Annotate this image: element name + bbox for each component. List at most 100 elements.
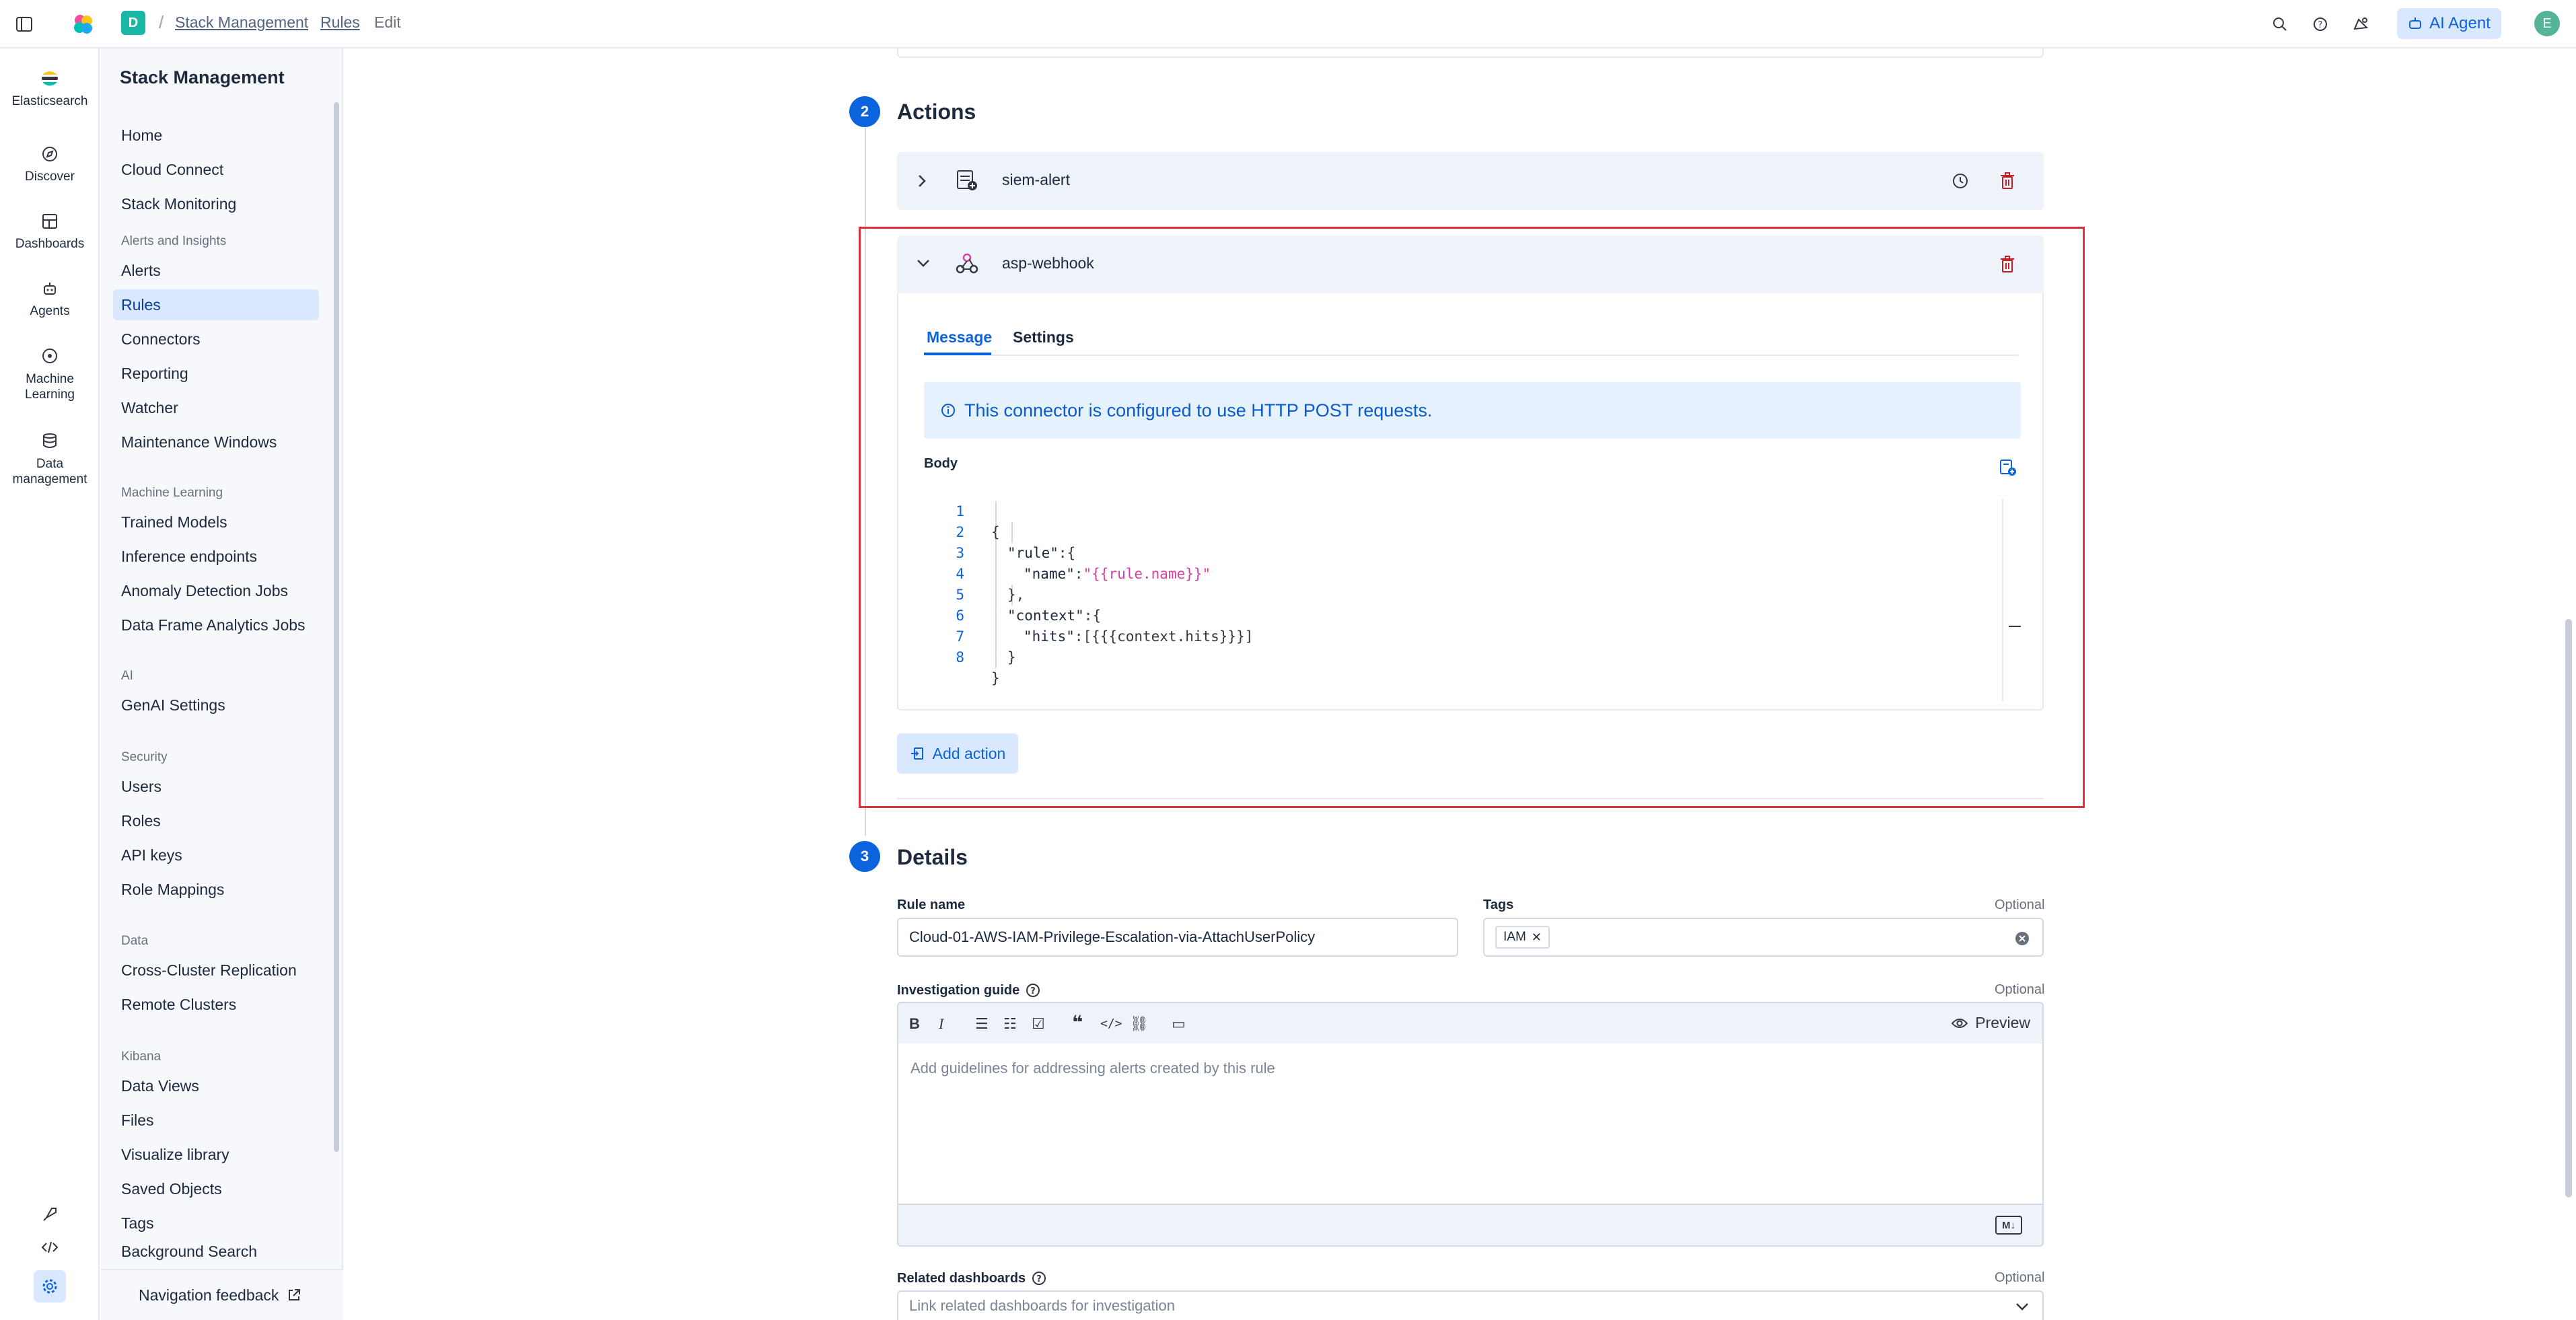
code-icon[interactable]: </> — [1100, 1017, 1122, 1031]
elasticsearch-logo-icon — [38, 67, 61, 90]
nav-item-roles[interactable]: Roles — [113, 805, 420, 836]
subnav-title: Stack Management — [120, 67, 285, 87]
rail-item-data-management[interactable]: Data management — [0, 429, 100, 487]
related-dashboards-label: Related dashboards — [897, 1270, 1026, 1286]
nav-item-tags[interactable]: Tags — [113, 1208, 420, 1239]
dev-tools-icon[interactable] — [0, 1239, 100, 1255]
related-placeholder: Link related dashboards for investigatio… — [909, 1297, 1176, 1314]
rule-name-label: Rule name — [897, 897, 966, 912]
nav-group-alerts: Alerts and Insights — [121, 234, 227, 248]
rail-label-machine-learning: Machine Learning — [25, 372, 75, 402]
nav-item-home[interactable]: Home — [113, 120, 420, 151]
robot-icon — [38, 277, 61, 300]
nav-item-watcher[interactable]: Watcher — [113, 392, 420, 423]
italic-icon[interactable]: I — [939, 1015, 943, 1033]
related-dashboards-combobox[interactable]: Link related dashboards for investigatio… — [897, 1290, 2044, 1320]
elastic-logo-icon[interactable] — [70, 11, 97, 38]
investigation-guide-label-wrap: Investigation guide ? — [897, 982, 1041, 998]
action-siem-alert[interactable]: siem-alert — [897, 152, 2044, 210]
bullet-list-icon[interactable]: ☰ — [975, 1015, 989, 1033]
gear-icon — [34, 1270, 66, 1303]
rule-name-input[interactable]: Cloud-01-AWS-IAM-Privilege-Escalation-vi… — [897, 918, 1458, 957]
editor-footer: M↓ — [897, 1205, 2044, 1247]
sidebar-toggle-icon[interactable] — [11, 11, 38, 38]
nav-item-connectors[interactable]: Connectors — [113, 324, 420, 355]
bold-icon[interactable]: B — [909, 1015, 920, 1033]
main-scrollbar[interactable] — [2565, 619, 2572, 1198]
help-icon[interactable]: ? — [1031, 1270, 1047, 1286]
checklist-icon[interactable]: ☑ — [1032, 1015, 1045, 1033]
nav-item-visualize-library[interactable]: Visualize library — [113, 1139, 420, 1170]
nav-item-cloud-connect[interactable]: Cloud Connect — [113, 154, 420, 185]
nav-item-data-frame-analytics-jobs[interactable]: Data Frame Analytics Jobs — [113, 610, 420, 640]
news-feed-icon[interactable] — [2347, 11, 2374, 38]
rail-item-dashboards[interactable]: Dashboards — [0, 210, 100, 252]
clock-icon[interactable] — [1951, 172, 1970, 190]
nav-item-api-keys[interactable]: API keys — [113, 840, 420, 871]
preview-label: Preview — [1975, 1014, 2030, 1031]
nav-item-anomaly-detection-jobs[interactable]: Anomaly Detection Jobs — [113, 575, 420, 606]
help-icon[interactable]: ? — [1025, 982, 1041, 998]
search-icon[interactable] — [2266, 11, 2293, 38]
nav-item-files[interactable]: Files — [113, 1105, 420, 1136]
nav-item-role-mappings[interactable]: Role Mappings — [113, 874, 420, 905]
breadcrumb-separator: / — [159, 12, 164, 32]
nav-item-users[interactable]: Users — [113, 771, 420, 802]
chevron-right-icon[interactable] — [915, 172, 929, 190]
eye-icon — [1951, 1018, 1968, 1028]
close-icon[interactable]: ✕ — [1532, 930, 1542, 945]
quote-icon[interactable]: ❝ — [1072, 1011, 1083, 1033]
investigation-guide-editor[interactable]: Add guidelines for addressing alerts cre… — [897, 1043, 2044, 1205]
nav-item-cross-cluster-replication[interactable]: Cross-Cluster Replication — [113, 955, 420, 986]
nav-item-alerts[interactable]: Alerts — [113, 255, 420, 286]
nav-item-stack-monitoring[interactable]: Stack Monitoring — [113, 188, 420, 219]
rail-brand-elasticsearch[interactable]: Elasticsearch — [0, 67, 100, 109]
stack-management-nav: Stack Management Home Cloud Connect Stac… — [101, 48, 343, 1320]
nav-item-rules[interactable]: Rules — [113, 289, 319, 320]
rail-item-machine-learning[interactable]: Machine Learning — [0, 344, 100, 402]
numbered-list-icon[interactable]: ☷ — [1003, 1015, 1017, 1033]
breadcrumb-rules[interactable]: Rules — [320, 13, 360, 32]
subnav-scrollbar[interactable] — [334, 102, 339, 1152]
nav-item-reporting[interactable]: Reporting — [113, 358, 420, 389]
nav-group-data: Data — [121, 934, 149, 948]
stack-management-button[interactable] — [0, 1270, 100, 1303]
breadcrumb-stack-management[interactable]: Stack Management — [175, 13, 308, 32]
nav-item-background-search[interactable]: Background Search — [113, 1242, 420, 1261]
markdown-icon[interactable]: M↓ — [1995, 1216, 2022, 1235]
step-title-details: Details — [897, 845, 968, 869]
preview-button[interactable]: Preview — [1951, 1014, 2030, 1032]
ai-agent-button[interactable]: AI Agent — [2397, 8, 2501, 39]
tags-combobox[interactable]: IAM ✕ — [1483, 918, 2044, 957]
nav-item-genai-settings[interactable]: GenAI Settings — [113, 690, 420, 721]
navigation-feedback-link[interactable]: Navigation feedback — [101, 1269, 343, 1320]
markdown-toolbar: B I ☰ ☷ ☑ ❝ </> ⛓ ▭ Preview — [897, 1002, 2044, 1043]
tags-label: Tags — [1483, 897, 1514, 912]
rocket-icon[interactable] — [0, 1206, 100, 1223]
ai-agent-icon — [2409, 17, 2422, 29]
database-icon — [38, 429, 61, 452]
comment-icon[interactable]: ▭ — [1172, 1015, 1186, 1033]
nav-item-saved-objects[interactable]: Saved Objects — [113, 1173, 420, 1204]
previous-section-edge — [897, 48, 2044, 58]
chevron-down-icon[interactable] — [2014, 1300, 2030, 1313]
rail-brand-label: Elasticsearch — [11, 94, 88, 108]
step-number-actions: 2 — [849, 96, 880, 127]
rail-label-agents: Agents — [30, 304, 70, 318]
trash-icon[interactable] — [1998, 171, 2017, 191]
help-icon[interactable]: ? — [2307, 11, 2334, 38]
nav-item-inference-endpoints[interactable]: Inference endpoints — [113, 541, 420, 572]
link-icon[interactable]: ⛓ — [1130, 1015, 1149, 1033]
clear-icon[interactable] — [2014, 930, 2030, 947]
nav-item-remote-clusters[interactable]: Remote Clusters — [113, 989, 420, 1020]
rail-item-agents[interactable]: Agents — [0, 277, 100, 319]
nav-item-trained-models[interactable]: Trained Models — [113, 507, 420, 538]
nav-group-security: Security — [121, 750, 168, 764]
nav-item-maintenance-windows[interactable]: Maintenance Windows — [113, 427, 420, 457]
nav-item-data-views[interactable]: Data Views — [113, 1070, 420, 1101]
rail-item-discover[interactable]: Discover — [0, 143, 100, 184]
svg-text:?: ? — [1030, 986, 1036, 996]
space-badge[interactable]: D — [121, 11, 145, 35]
action-name-siem-alert: siem-alert — [1002, 171, 1070, 188]
user-avatar[interactable]: E — [2534, 11, 2560, 36]
